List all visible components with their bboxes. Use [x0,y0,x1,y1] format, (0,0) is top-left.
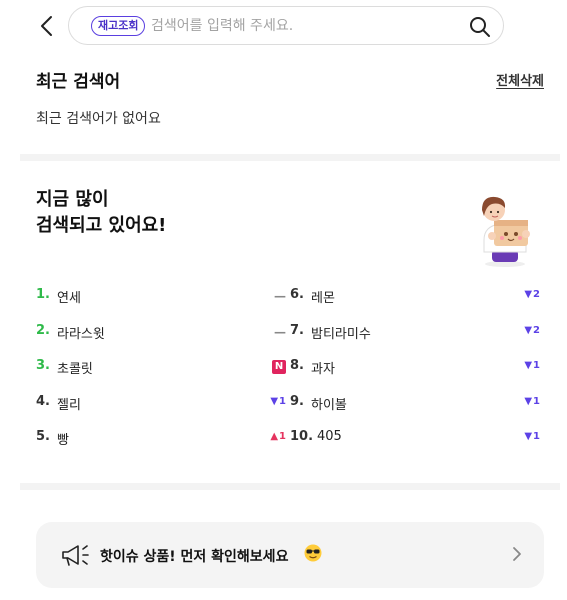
rank-change-value: 2 [533,324,540,336]
rank-row[interactable]: 2. 라라스윗 — [36,319,286,355]
rank-number: 2. [36,322,50,338]
rank-new-indicator: N [272,360,286,374]
rank-row[interactable]: 10. 405 ▼ 1 [290,425,540,461]
rank-down-indicator: ▼ 2 [524,325,540,336]
rank-term[interactable]: 빵 [57,429,69,448]
rank-term[interactable]: 젤리 [57,394,81,413]
down-triangle-icon: ▼ [524,360,533,371]
rank-number: 6. [290,287,304,302]
rank-down-indicator: ▼ 1 [524,360,540,371]
new-badge: N [272,360,286,374]
rank-term[interactable]: 하이볼 [311,394,347,413]
rank-term[interactable]: 레몬 [311,287,335,306]
rank-term[interactable]: 405 [317,429,342,444]
chevron-right-icon [513,547,521,561]
down-triangle-icon: ▼ [524,431,533,442]
section-divider [20,483,560,490]
down-triangle-icon: ▼ [524,395,533,407]
rank-term[interactable]: 과자 [311,358,335,377]
rank-number: 9. [290,393,304,409]
rank-row[interactable]: 4. 젤리 ▼ 1 [36,390,286,426]
rank-down-indicator: ▼ 1 [270,396,286,407]
rank-unchanged-indicator: — [274,324,286,339]
hot-issue-banner[interactable]: 핫이슈 상품! 먼저 확인해보세요 [36,522,544,588]
rank-down-indicator: ▼ 1 [524,396,540,407]
recent-searches-title: 최근 검색어 [36,72,121,92]
rank-down-indicator: ▼ 1 [524,431,540,442]
rank-row[interactable]: 5. 빵 ▲ 1 [36,425,286,461]
popular-list-left: 1. 연세 — 2. 라라스윗 — 3. 초콜릿 N 4. 젤리 ▼ 1 5. 빵… [36,283,286,461]
rank-row[interactable]: 8. 과자 ▼ 1 [290,354,540,390]
popular-list-right: 6. 레몬 ▼ 2 7. 밤티라미수 ▼ 2 8. 과자 ▼ 1 9. 하이볼 ▼ 1 … [290,283,540,461]
rank-change-value: 1 [279,431,286,442]
rank-number: 5. [36,429,50,444]
up-triangle-icon: ▲ [270,431,279,442]
rank-row[interactable]: 6. 레몬 ▼ 2 [290,283,540,319]
section-divider [20,154,560,161]
down-triangle-icon: ▼ [524,324,533,336]
banner-text: 핫이슈 상품! 먼저 확인해보세요 [100,549,289,565]
rank-unchanged-indicator: — [274,289,286,303]
rank-change-value: 1 [533,360,540,371]
rank-term[interactable]: 초콜릿 [57,358,93,377]
popular-title-line2: 검색되고 있어요! [36,215,167,236]
rank-row[interactable]: 7. 밤티라미수 ▼ 2 [290,319,540,355]
recent-empty-message: 최근 검색어가 없어요 [36,111,161,127]
rank-term[interactable]: 라라스윗 [57,323,105,342]
rank-term[interactable]: 연세 [57,287,81,306]
popular-searches-title: 지금 많이 검색되고 있어요! [36,187,166,239]
rank-change-value: 1 [533,431,540,442]
rank-row[interactable]: 1. 연세 — [36,283,286,319]
clear-all-button[interactable]: 전체삭제 [496,70,544,89]
search-bar[interactable]: 재고조회 [68,6,504,45]
rank-term[interactable]: 밤티라미수 [311,323,371,342]
rank-number: 10. [290,429,314,444]
rank-number: 3. [36,358,50,373]
rank-change-value: 2 [533,289,540,300]
rank-number: 8. [290,358,304,373]
rank-number: 4. [36,393,50,409]
sunglasses-emoji-icon [304,544,322,562]
megaphone-icon [62,545,89,566]
rank-row[interactable]: 3. 초콜릿 N [36,354,286,390]
search-icon[interactable] [469,16,491,38]
rank-number: 7. [290,322,304,338]
rank-up-indicator: ▲ 1 [270,431,286,442]
rank-down-indicator: ▼ 2 [524,289,540,300]
mascot-illustration [482,196,530,267]
rank-change-value: 1 [533,395,540,407]
search-input[interactable] [151,14,451,38]
rank-number: 1. [36,287,50,302]
rank-row[interactable]: 9. 하이볼 ▼ 1 [290,390,540,426]
popular-title-line1: 지금 많이 [36,189,109,210]
down-triangle-icon: ▼ [270,395,279,407]
down-triangle-icon: ▼ [524,289,533,300]
back-arrow-icon[interactable] [36,14,58,38]
inventory-check-chip[interactable]: 재고조회 [91,16,146,36]
rank-change-value: 1 [279,395,286,407]
